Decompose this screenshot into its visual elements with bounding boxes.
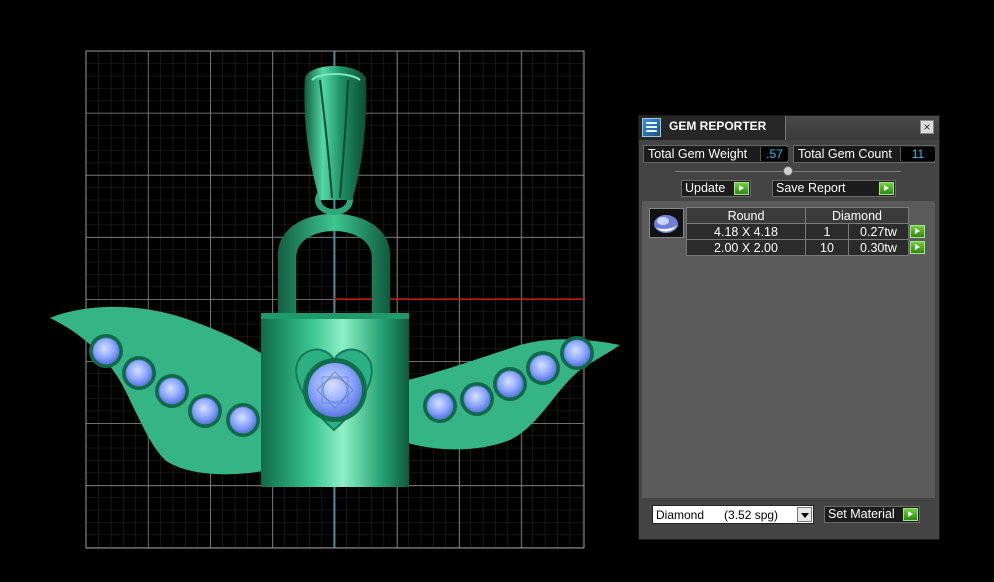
play-arrow-icon	[903, 508, 918, 521]
wing-gem	[125, 359, 153, 387]
wing-gem	[92, 337, 120, 365]
save-report-button[interactable]: Save Report	[772, 180, 896, 197]
wing-gem	[563, 339, 591, 367]
wing-gem	[496, 370, 524, 398]
table-row[interactable]: 4.18 X 4.18 1 0.27tw	[686, 223, 927, 240]
total-gem-count-label: Total Gem Count	[798, 147, 892, 161]
update-label: Update	[685, 181, 726, 195]
title-tab: GEM REPORTER	[639, 116, 786, 140]
total-gem-count-value: 11	[900, 147, 935, 161]
total-gem-weight-label: Total Gem Weight	[648, 147, 748, 161]
update-button[interactable]: Update	[681, 180, 751, 197]
row-action[interactable]	[909, 240, 927, 256]
play-arrow-icon	[734, 182, 749, 195]
gem-size: 4.18 X 4.18	[686, 223, 806, 240]
gem-weight: 0.30tw	[847, 239, 910, 256]
wing-gem	[229, 406, 257, 434]
set-material-button[interactable]: Set Material	[824, 506, 920, 523]
wing-gem	[191, 397, 219, 425]
gem-reporter-panel: GEM REPORTER × Total Gem Weight .57 Tota…	[638, 115, 940, 540]
gem-count: 10	[805, 239, 849, 256]
round-gem-icon[interactable]	[649, 208, 684, 238]
total-gem-weight: Total Gem Weight .57	[643, 145, 788, 163]
total-gem-weight-value: .57	[760, 147, 788, 161]
table-row[interactable]: 2.00 X 2.00 10 0.30tw	[686, 239, 927, 256]
material-select-value: Diamond (3.52 spg)	[656, 508, 779, 522]
wing-gem	[529, 354, 557, 382]
title-bar[interactable]: GEM REPORTER ×	[639, 116, 939, 140]
save-report-label: Save Report	[776, 181, 846, 195]
play-arrow-icon	[879, 182, 894, 195]
gem-count: 1	[805, 223, 849, 240]
play-arrow-icon[interactable]	[910, 240, 925, 254]
total-gem-count: Total Gem Count 11	[793, 145, 935, 163]
material-select[interactable]: Diamond (3.52 spg)	[652, 505, 814, 524]
gem-reporter-app-icon	[642, 118, 661, 137]
wing-gem	[158, 377, 186, 405]
play-arrow-icon[interactable]	[910, 224, 925, 238]
center-gem	[308, 363, 362, 417]
set-material-label: Set Material	[828, 507, 895, 521]
panel-slider-knob[interactable]	[783, 166, 793, 176]
close-icon[interactable]: ×	[920, 120, 934, 134]
wing-gem	[463, 385, 491, 413]
panel-title: GEM REPORTER	[669, 119, 767, 133]
gem-weight: 0.27tw	[847, 223, 910, 240]
header-shape: Round	[686, 207, 806, 224]
gem-table-header: Round Diamond	[686, 207, 927, 224]
wing-gem	[426, 392, 454, 420]
gem-table: Round Diamond 4.18 X 4.18 1 0.27tw 2.00 …	[686, 207, 927, 256]
gem-size: 2.00 X 2.00	[686, 239, 806, 256]
header-material: Diamond	[805, 207, 909, 224]
row-action[interactable]	[909, 224, 927, 240]
dropdown-arrow-icon[interactable]	[797, 507, 812, 522]
gem-report-area: Round Diamond 4.18 X 4.18 1 0.27tw 2.00 …	[642, 201, 935, 498]
